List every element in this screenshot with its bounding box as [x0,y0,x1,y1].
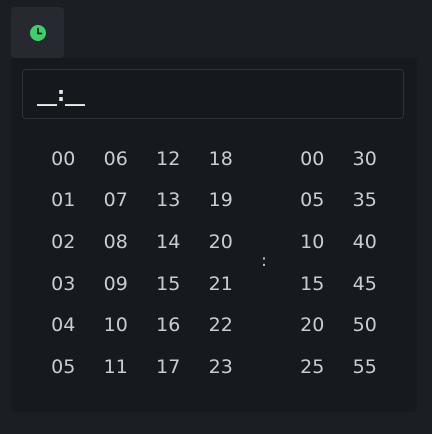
time-input[interactable] [22,69,404,119]
minute-option[interactable]: 35 [339,180,392,222]
hour-option[interactable]: 22 [195,304,248,346]
hour-option[interactable]: 23 [195,346,248,388]
hour-option[interactable]: 09 [90,263,143,305]
minute-option[interactable]: 05 [286,180,339,222]
minute-option[interactable]: 25 [286,346,339,388]
time-separator: : [261,251,267,271]
hour-option[interactable]: 07 [90,180,143,222]
hour-option[interactable]: 14 [142,221,195,263]
minute-option[interactable]: 50 [339,304,392,346]
minute-option[interactable]: 15 [286,263,339,305]
hour-option[interactable]: 00 [37,138,90,180]
hour-option[interactable]: 03 [37,263,90,305]
hour-option[interactable]: 01 [37,180,90,222]
hour-option[interactable]: 15 [142,263,195,305]
hour-option[interactable]: 06 [90,138,143,180]
hour-option[interactable]: 12 [142,138,195,180]
minute-option[interactable]: 20 [286,304,339,346]
hour-option[interactable]: 18 [195,138,248,180]
hour-option[interactable]: 17 [142,346,195,388]
hour-option[interactable]: 21 [195,263,248,305]
minute-option[interactable]: 30 [339,138,392,180]
minute-option[interactable]: 45 [339,263,392,305]
hour-option[interactable]: 04 [37,304,90,346]
hour-option[interactable]: 10 [90,304,143,346]
time-picker-panel: 00 06 12 18 01 07 13 19 02 08 14 20 03 0… [11,58,417,412]
hour-option[interactable]: 20 [195,221,248,263]
clock-toggle-button[interactable] [11,7,64,58]
minute-option[interactable]: 55 [339,346,392,388]
hour-option[interactable]: 19 [195,180,248,222]
hour-option[interactable]: 02 [37,221,90,263]
hour-option[interactable]: 05 [37,346,90,388]
hour-option[interactable]: 16 [142,304,195,346]
clock-icon [29,24,47,42]
hour-option[interactable]: 08 [90,221,143,263]
hour-grid: 00 06 12 18 01 07 13 19 02 08 14 20 03 0… [37,138,247,388]
minute-option[interactable]: 40 [339,221,392,263]
hour-option[interactable]: 11 [90,346,143,388]
minute-grid: 00 30 05 35 10 40 15 45 20 50 25 55 [286,138,391,388]
minute-option[interactable]: 10 [286,221,339,263]
hour-option[interactable]: 13 [142,180,195,222]
minute-option[interactable]: 00 [286,138,339,180]
